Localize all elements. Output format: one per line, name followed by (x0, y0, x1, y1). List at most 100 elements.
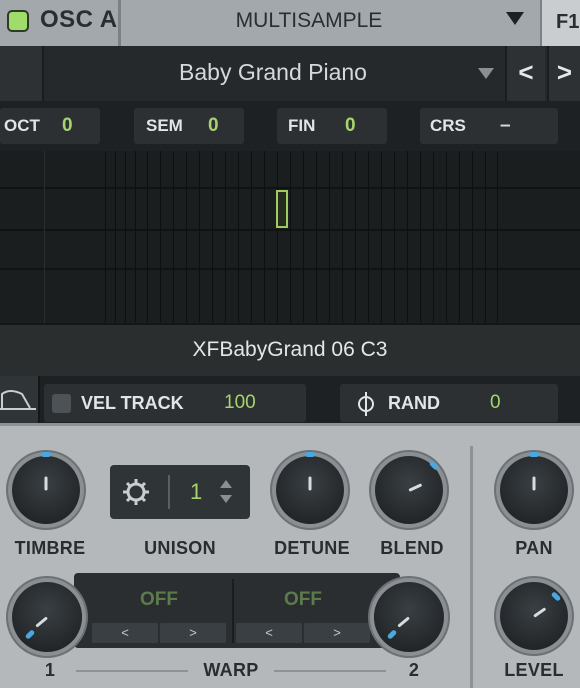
knob-value-marker (41, 452, 51, 457)
keymap-column (446, 151, 447, 323)
keymap-column (368, 151, 369, 323)
level-label: LEVEL (504, 660, 564, 680)
semitone-label: SEM (146, 116, 183, 135)
preset-menu-button[interactable] (0, 46, 44, 101)
knob-pointer (35, 616, 48, 628)
keymap-column (125, 151, 126, 323)
warp-1-mode[interactable]: OFF (94, 589, 224, 611)
keymap-column (251, 151, 252, 323)
keymap-column (225, 151, 226, 323)
keymap-column (394, 151, 395, 323)
semitone-value[interactable]: 0 (208, 108, 219, 144)
preset-bar: Baby Grand Piano < > (0, 46, 580, 101)
velocity-track-checkbox[interactable] (52, 394, 71, 413)
keymap-column (160, 151, 161, 323)
keymap-column (420, 151, 421, 323)
keymap-column (105, 151, 106, 323)
pan-knob[interactable] (500, 456, 568, 524)
keymap-column (472, 151, 473, 323)
warp-2-mode[interactable]: OFF (238, 589, 368, 611)
timbre-knob[interactable] (12, 456, 80, 524)
warp-strip: OFF < > OFF < > (74, 573, 400, 648)
warp-2-prev-button[interactable]: < (236, 623, 302, 643)
random-label: RAND (388, 393, 440, 413)
divider (168, 475, 170, 509)
coarse-control[interactable]: CRS – (420, 108, 558, 144)
sample-name: XFBabyGrand 06 C3 (192, 338, 388, 361)
divider (232, 579, 234, 643)
fine-label: FIN (288, 116, 316, 135)
decrement-icon[interactable] (220, 495, 232, 503)
knob-value-marker (305, 452, 315, 457)
warp-1-knob[interactable] (12, 582, 82, 652)
keymap-column (433, 151, 434, 323)
osc-title: OSC A (40, 6, 118, 33)
coarse-value[interactable]: – (500, 108, 511, 144)
octave-control[interactable]: OCT 0 (0, 108, 100, 144)
unison-voices-control[interactable]: 1 (110, 465, 250, 519)
keymap-column (381, 151, 382, 323)
gear-icon[interactable] (122, 478, 150, 506)
prev-preset-button[interactable]: < (505, 46, 545, 101)
envelope-icon (0, 390, 36, 410)
warp-1-next-button[interactable]: > (160, 623, 226, 643)
detune-label: DETUNE (274, 538, 350, 558)
level-knob[interactable] (500, 582, 568, 650)
random-value[interactable]: 0 (490, 384, 501, 422)
coarse-label: CRS (430, 116, 466, 135)
warp-line (76, 670, 188, 672)
unison-value[interactable]: 1 (190, 465, 202, 519)
detune-knob[interactable] (276, 456, 344, 524)
increment-icon[interactable] (220, 480, 232, 488)
unison-label: UNISON (144, 538, 216, 558)
keymap-column (303, 151, 304, 323)
velocity-track-control[interactable]: VEL TRACK 100 (44, 384, 306, 422)
sample-keymap[interactable] (0, 151, 580, 323)
phase-icon (358, 392, 374, 416)
warp-2-label: 2 (408, 660, 420, 680)
keymap-column (277, 151, 278, 323)
keymap-column (264, 151, 265, 323)
semitone-control[interactable]: SEM 0 (134, 108, 244, 144)
keymap-column (316, 151, 317, 323)
phase-random-control[interactable]: RAND 0 (340, 384, 558, 422)
warp-line (274, 670, 386, 672)
next-preset-button[interactable]: > (547, 46, 580, 101)
keymap-column (199, 151, 200, 323)
envelope-button[interactable] (0, 376, 40, 423)
osc-enable-toggle[interactable] (7, 10, 29, 32)
octave-value[interactable]: 0 (62, 108, 73, 144)
warp-2-next-button[interactable]: > (304, 623, 370, 643)
keymap-column (459, 151, 460, 323)
keymap-column (173, 151, 174, 323)
tab-f1[interactable]: F1 (542, 0, 580, 46)
keymap-column (186, 151, 187, 323)
selected-sample-zone[interactable] (276, 190, 288, 228)
knob-value-marker (529, 452, 539, 457)
keymap-column (135, 151, 136, 323)
preset-dropdown-icon[interactable] (478, 68, 494, 79)
keymap-column (290, 151, 291, 323)
preset-name[interactable]: Baby Grand Piano (46, 46, 500, 101)
sample-bar: XFBabyGrand 06 C3 (0, 323, 580, 376)
keymap-column (147, 151, 148, 323)
velocity-track-value[interactable]: 100 (224, 384, 256, 422)
fine-value[interactable]: 0 (345, 108, 356, 144)
fine-control[interactable]: FIN 0 (277, 108, 387, 144)
velocity-track-label: VEL TRACK (81, 393, 184, 413)
pan-label: PAN (515, 538, 553, 558)
panel-divider (470, 446, 473, 688)
velocity-row: VEL TRACK 100 RAND 0 (0, 376, 580, 423)
warp-label: WARP (203, 660, 259, 680)
keymap-column (407, 151, 408, 323)
tuning-row: OCT 0 SEM 0 FIN 0 CRS – (0, 101, 580, 151)
timbre-label: TIMBRE (14, 538, 86, 558)
blend-label: BLEND (380, 538, 444, 558)
octave-label: OCT (4, 116, 40, 135)
knob-pointer (44, 476, 48, 491)
warp-1-prev-button[interactable]: < (92, 623, 158, 643)
dropdown-arrow-icon[interactable] (506, 12, 524, 25)
warp-2-knob[interactable] (374, 582, 444, 652)
wavetable-mode-select[interactable]: MULTISAMPLE (121, 0, 497, 46)
keymap-column (238, 151, 239, 323)
